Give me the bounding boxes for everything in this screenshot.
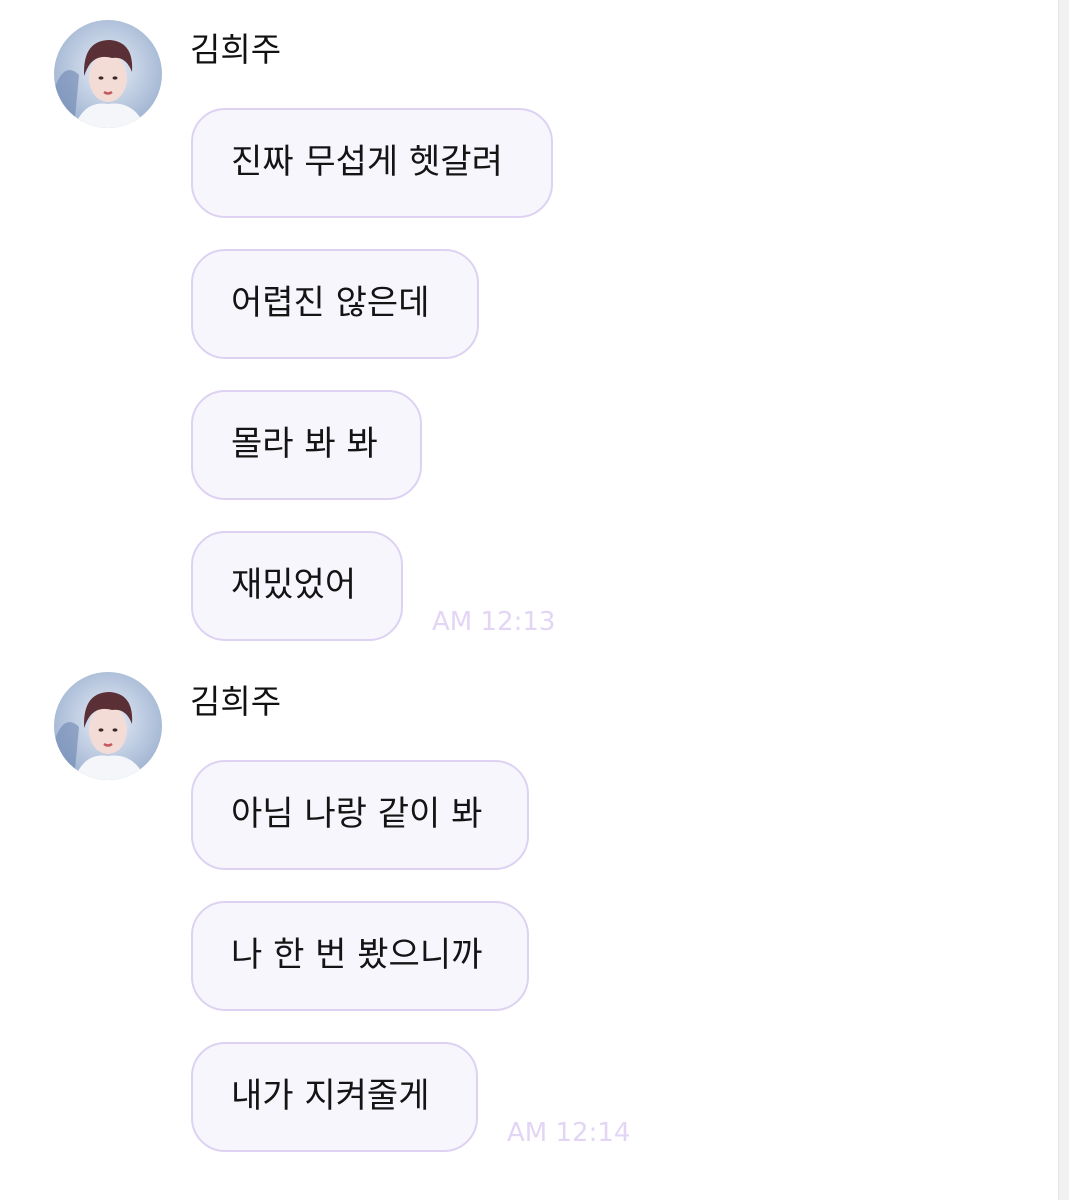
message-bubble[interactable]: 재밌었어 <box>191 531 403 641</box>
message-group: 김희주 진짜 무섭게 헷갈려 어렵진 않은데 몰라 봐 봐 재밌었어 AM 12… <box>0 0 1050 650</box>
message-group: 김희주 아님 나랑 같이 봐 나 한 번 봤으니까 내가 지켜줄게 AM 12:… <box>0 650 1050 1200</box>
message-bubble[interactable]: 진짜 무섭게 헷갈려 <box>191 108 553 218</box>
message-bubble[interactable]: 아님 나랑 같이 봐 <box>191 760 529 870</box>
sender-name: 김희주 <box>190 30 282 69</box>
timestamp: AM 12:14 <box>507 1118 631 1148</box>
sender-name: 김희주 <box>190 682 282 721</box>
message-bubble[interactable]: 나 한 번 봤으니까 <box>191 901 529 1011</box>
message-bubble[interactable]: 내가 지켜줄게 <box>191 1042 478 1152</box>
message-bubble[interactable]: 몰라 봐 봐 <box>191 390 422 500</box>
message-bubble[interactable]: 어렵진 않은데 <box>191 249 479 359</box>
avatar[interactable] <box>54 20 162 128</box>
avatar[interactable] <box>54 672 162 780</box>
profile-photo-icon <box>54 672 162 780</box>
scrollbar-track[interactable] <box>1058 0 1069 1200</box>
profile-photo-icon <box>54 20 162 128</box>
timestamp: AM 12:13 <box>432 607 556 637</box>
